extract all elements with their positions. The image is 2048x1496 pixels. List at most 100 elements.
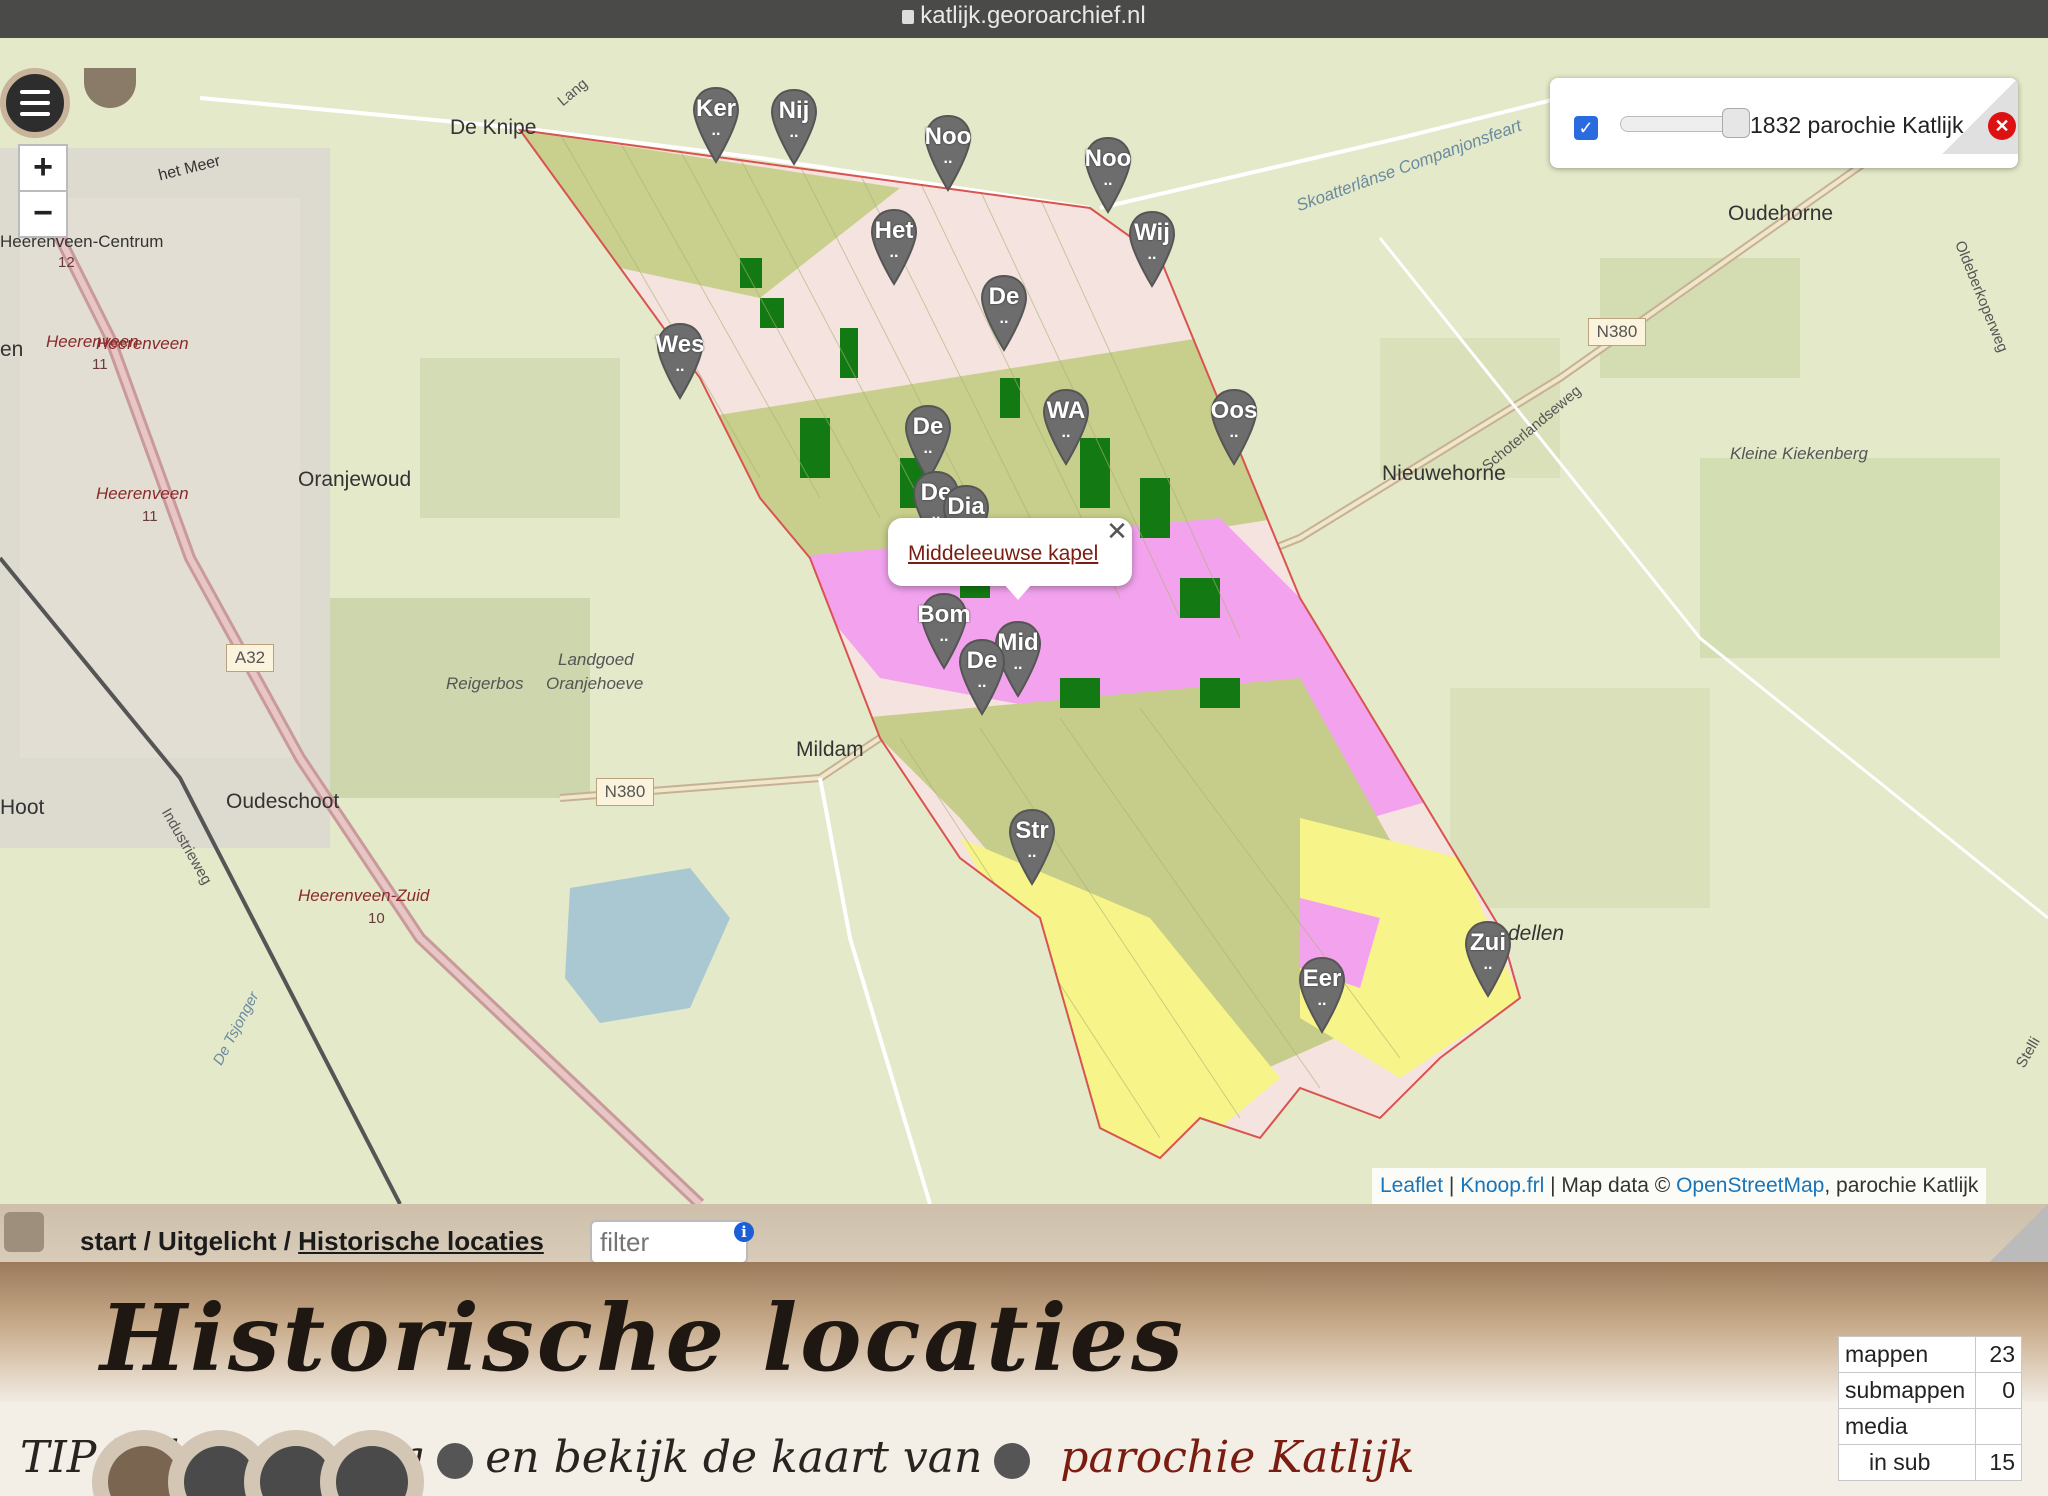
opacity-slider-knob[interactable] — [1722, 108, 1750, 138]
remove-layer-button[interactable]: ✕ — [1988, 112, 2016, 140]
leaflet-link[interactable]: Leaflet — [1380, 1174, 1443, 1197]
stat-value: 15 — [1975, 1444, 2022, 1481]
road-number: 11 — [142, 508, 158, 525]
marker-sub: .. — [943, 150, 953, 167]
map-icon — [994, 1442, 1031, 1479]
marker-sub: .. — [711, 122, 721, 139]
map-marker[interactable]: Wij.. — [1128, 210, 1176, 288]
layer-checkbox[interactable]: ✓ — [1574, 116, 1598, 140]
map-marker[interactable]: Noo.. — [924, 114, 972, 192]
stats-table: mappen 23 submappen 0 media in sub 15 — [1838, 1336, 2022, 1481]
map-marker[interactable]: De.. — [958, 638, 1006, 716]
zoom-out-button[interactable]: − — [18, 190, 68, 238]
breadcrumb: start / Uitgelicht / Historische locatie… — [80, 1226, 544, 1257]
info-icon[interactable]: i — [734, 1222, 754, 1242]
map-marker[interactable]: Noo.. — [1084, 136, 1132, 214]
attribution-tail: , parochie Katlijk — [1824, 1174, 1979, 1197]
stat-label: in sub — [1838, 1444, 1976, 1481]
browser-url-bar[interactable]: katlijk.georoarchief.nl — [0, 0, 2048, 38]
marker-sub: .. — [1027, 844, 1037, 861]
marker-label: Bom — [917, 601, 971, 628]
marker-label: WA — [1046, 397, 1086, 424]
attribution-sep: | — [1443, 1174, 1461, 1197]
marker-sub: .. — [1103, 172, 1113, 189]
marker-label: Dia — [947, 493, 985, 520]
place-label: Kleine Kiekenberg — [1730, 444, 1868, 463]
marker-label: Wes — [655, 331, 705, 358]
marker-label: De — [966, 647, 998, 674]
place-label: Mildam — [796, 738, 864, 761]
fullscreen-icon — [336, 1446, 408, 1496]
marker-label: Eer — [1302, 965, 1342, 992]
map-marker[interactable]: Wes.. — [656, 322, 704, 400]
marker-sub: .. — [1061, 424, 1071, 441]
filter-input[interactable] — [590, 1220, 748, 1264]
map-marker[interactable]: Eer.. — [1298, 956, 1346, 1034]
marker-label: Zui — [1470, 929, 1506, 956]
intro-mid: en bekijk de kaart van — [485, 1432, 983, 1483]
popup-link[interactable]: Middeleeuwse kapel — [908, 542, 1098, 566]
breadcrumb-sep: / — [136, 1226, 159, 1256]
map-marker[interactable]: WA.. — [1042, 388, 1090, 466]
place-label: Heerenveen — [96, 484, 189, 503]
marker-label: Oos — [1210, 397, 1258, 424]
road-number: 11 — [92, 356, 108, 373]
location-popup: Middeleeuwse kapel ✕ — [888, 518, 1132, 600]
place-label: Landgoed — [558, 650, 634, 669]
marker-sub: .. — [675, 358, 685, 375]
breadcrumb-sep: / — [276, 1226, 299, 1256]
marker-sub: .. — [1483, 956, 1493, 973]
marker-sub: .. — [977, 674, 987, 691]
place-label: Oudeschoot — [226, 790, 340, 813]
stat-value: 0 — [1975, 1372, 2022, 1409]
map-attribution: Leaflet | Knoop.frl | Map data © OpenStr… — [1372, 1168, 1987, 1204]
map-marker[interactable]: De.. — [980, 274, 1028, 352]
menu-bar-icon — [20, 101, 50, 105]
breadcrumb-start[interactable]: start — [80, 1226, 136, 1256]
browser-url: katlijk.georoarchief.nl — [920, 2, 1146, 29]
road-number: 12 — [58, 254, 75, 271]
menu-bar-icon — [20, 90, 50, 94]
place-label: Heerenveen-Zuid — [298, 886, 430, 905]
road-shield: N380 — [1588, 318, 1646, 346]
marker-label: Noo — [924, 123, 972, 150]
marker-sub: .. — [923, 440, 933, 457]
marker-sub: .. — [789, 124, 799, 141]
place-label: en — [0, 338, 24, 361]
osm-link[interactable]: OpenStreetMap — [1676, 1174, 1824, 1197]
marker-sub: .. — [1147, 246, 1157, 263]
place-label: De Knipe — [450, 116, 537, 139]
breadcrumb-uitgelicht[interactable]: Uitgelicht — [158, 1226, 276, 1256]
zoom-in-button[interactable]: + — [18, 144, 68, 192]
panel-layers-icon[interactable] — [4, 1212, 44, 1252]
map-marker[interactable]: Het.. — [870, 208, 918, 286]
marker-label: De — [912, 413, 944, 440]
map-marker[interactable]: Zui.. — [1464, 920, 1512, 998]
road-shield: N380 — [596, 778, 654, 806]
map-marker[interactable]: Ker.. — [692, 86, 740, 164]
table-row: media — [1838, 1408, 2022, 1445]
lock-icon — [902, 10, 915, 24]
map-marker[interactable]: Nij.. — [770, 88, 818, 166]
parochie-link[interactable]: parochie Katlijk — [1060, 1432, 1414, 1483]
marker-label: Str — [1015, 817, 1049, 844]
table-row: in sub 15 — [1838, 1444, 2022, 1481]
layer-control: ✓ 1832 parochie Katlijk ✕ — [1550, 78, 2018, 168]
map-view[interactable]: De Knipe Oudehorne Nieuwehorne Oranjewou… — [0, 38, 2048, 1204]
breadcrumb-current[interactable]: Historische locaties — [298, 1226, 544, 1256]
knoop-link[interactable]: Knoop.frl — [1460, 1174, 1544, 1197]
map-marker[interactable]: Str.. — [1008, 808, 1056, 886]
info-panel: start / Uitgelicht / Historische locatie… — [0, 1204, 2048, 1496]
table-row: mappen 23 — [1838, 1336, 2022, 1373]
place-label: Oranjehoeve — [546, 674, 644, 693]
map-marker[interactable]: Oos.. — [1210, 388, 1258, 466]
road-number: 10 — [368, 910, 385, 927]
layer-label: 1832 parochie Katlijk — [1750, 112, 1964, 138]
stat-value: 23 — [1975, 1336, 2022, 1373]
stat-label: media — [1838, 1408, 1976, 1445]
hamburger-menu-button[interactable] — [0, 68, 70, 138]
popup-close-button[interactable]: ✕ — [1104, 518, 1130, 544]
marker-sub: .. — [999, 310, 1009, 327]
popup-tip — [1004, 584, 1032, 600]
marker-sub: .. — [1229, 424, 1239, 441]
